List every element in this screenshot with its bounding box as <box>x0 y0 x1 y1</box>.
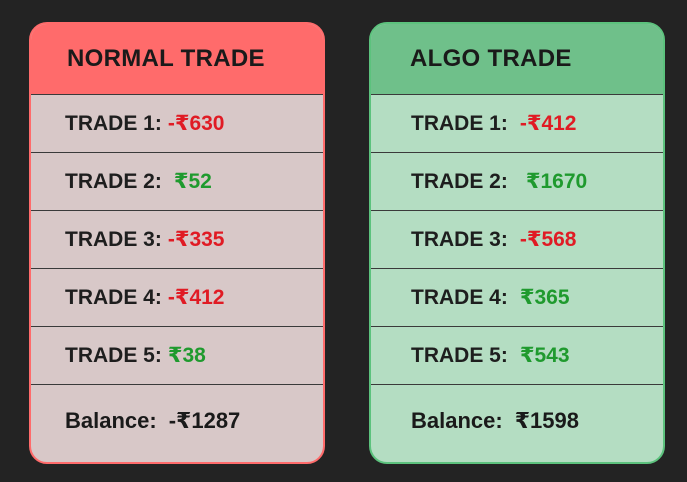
trade-label: TRADE 5: <box>411 343 508 367</box>
balance-value: ₹1598 <box>514 407 579 433</box>
trade-label: TRADE 1: <box>411 111 508 135</box>
trade-label: TRADE 1: <box>65 111 162 135</box>
algo-balance-row: Balance: ₹1598 <box>371 384 663 456</box>
trade-value: -₹412 <box>519 112 577 135</box>
trade-value: -₹568 <box>519 228 577 251</box>
normal-trade-row-5: TRADE 5: ₹38 <box>31 326 323 384</box>
trade-value: -₹335 <box>167 228 225 251</box>
trade-value: ₹52 <box>173 170 212 193</box>
trade-value: ₹38 <box>167 344 206 367</box>
trade-value: ₹365 <box>519 286 570 309</box>
algo-trade-row-3: TRADE 3: -₹568 <box>371 210 663 268</box>
trade-value: ₹1670 <box>525 170 588 193</box>
trade-label: TRADE 2: <box>411 169 508 193</box>
balance-label: Balance: <box>65 407 157 433</box>
normal-trade-row-2: TRADE 2: ₹52 <box>31 152 323 210</box>
balance-value: -₹1287 <box>168 407 241 433</box>
normal-trade-row-3: TRADE 3: -₹335 <box>31 210 323 268</box>
algo-trade-row-5: TRADE 5: ₹543 <box>371 326 663 384</box>
algo-trade-row-4: TRADE 4: ₹365 <box>371 268 663 326</box>
trade-label: TRADE 4: <box>411 285 508 309</box>
balance-label: Balance: <box>411 407 503 433</box>
trade-label: TRADE 5: <box>65 343 162 367</box>
algo-trade-title: ALGO TRADE <box>371 24 663 94</box>
normal-trade-card: NORMAL TRADE TRADE 1: -₹630 TRADE 2: ₹52… <box>29 22 325 464</box>
algo-trade-row-1: TRADE 1: -₹412 <box>371 94 663 152</box>
normal-balance-row: Balance: -₹1287 <box>31 384 323 456</box>
normal-trade-row-1: TRADE 1: -₹630 <box>31 94 323 152</box>
trade-value: -₹412 <box>167 286 225 309</box>
trade-value: ₹543 <box>519 344 570 367</box>
normal-trade-row-4: TRADE 4: -₹412 <box>31 268 323 326</box>
trade-value: -₹630 <box>167 112 225 135</box>
trade-label: TRADE 4: <box>65 285 162 309</box>
trade-label: TRADE 3: <box>411 227 508 251</box>
algo-trade-row-2: TRADE 2: ₹1670 <box>371 152 663 210</box>
normal-trade-title: NORMAL TRADE <box>31 24 323 94</box>
algo-trade-card: ALGO TRADE TRADE 1: -₹412 TRADE 2: ₹1670… <box>369 22 665 464</box>
comparison-stage: NORMAL TRADE TRADE 1: -₹630 TRADE 2: ₹52… <box>0 0 687 482</box>
trade-label: TRADE 3: <box>65 227 162 251</box>
trade-label: TRADE 2: <box>65 169 162 193</box>
